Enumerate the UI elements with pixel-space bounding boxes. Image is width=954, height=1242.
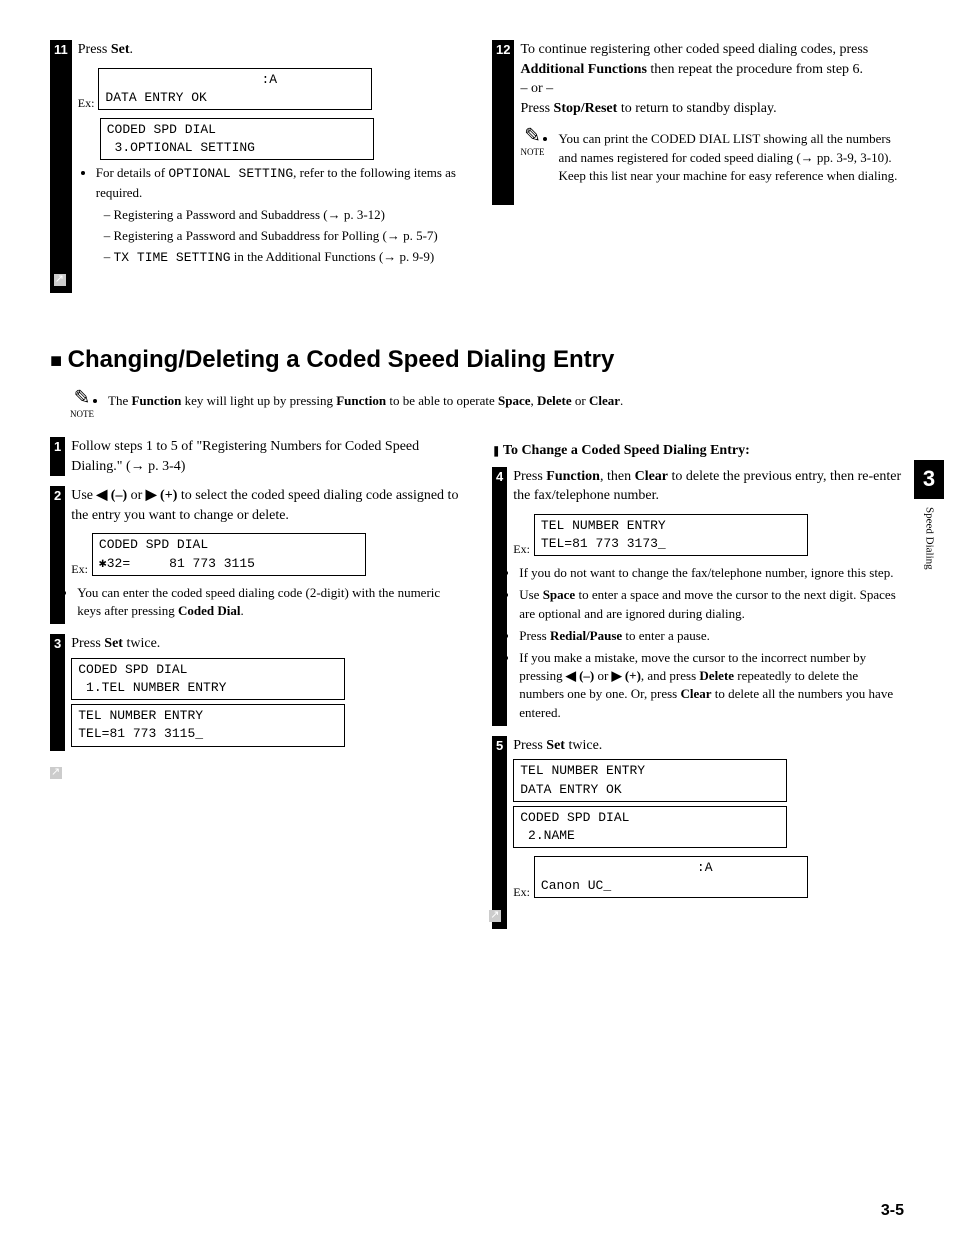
pencil-note-icon: ✎ (70, 388, 94, 408)
step-number: 5 (492, 736, 507, 929)
note-icon-wrap: ✎ NOTE (70, 388, 94, 421)
bullet-item: If you do not want to change the fax/tel… (519, 564, 904, 582)
step-3: 3 Press Set twice. CODED SPD DIAL 1.TEL … (50, 634, 462, 750)
continue-icon (489, 910, 501, 922)
step-5: 5 Press Set twice. TEL NUMBER ENTRY DATA… (492, 736, 904, 929)
step-text: To continue registering other coded spee… (520, 40, 904, 79)
step-text: Follow steps 1 to 5 of "Registering Numb… (71, 437, 462, 476)
note-block: ✎ NOTE You can print the CODED DIAL LIST… (520, 126, 904, 189)
example-label: Ex: (71, 561, 88, 580)
note-label: NOTE (70, 408, 94, 421)
step-text: Press Set. (78, 42, 133, 57)
step-4: 4 Press Function, then Clear to delete t… (492, 467, 904, 726)
example-label: Ex: (513, 541, 530, 560)
lcd-example: Ex: :A Canon UC_ (513, 852, 904, 902)
lcd-display: TEL NUMBER ENTRY TEL=81 773 3173_ (534, 514, 808, 556)
bullet-item: For details of OPTIONAL SETTING, refer t… (96, 164, 462, 201)
lcd-display: CODED SPD DIAL 2.NAME (513, 806, 787, 848)
lcd-display: CODED SPD DIAL 1.TEL NUMBER ENTRY (71, 658, 345, 700)
sub-heading: To Change a Coded Speed Dialing Entry: (492, 441, 904, 461)
note-list: The Function key will light up by pressi… (108, 392, 623, 414)
note-icon-wrap: ✎ NOTE (520, 126, 544, 159)
bullet-item: If you make a mistake, move the cursor t… (519, 649, 904, 722)
example-label: Ex: (513, 884, 530, 903)
step-1: 1 Follow steps 1 to 5 of "Registering Nu… (50, 437, 462, 476)
step-12: 12 To continue registering other coded s… (492, 40, 904, 205)
lcd-example: Ex: CODED SPD DIAL ✱32= 81 773 3115 (71, 529, 462, 579)
lcd-example: Ex: :A DATA ENTRY OK (78, 64, 462, 114)
dash-list: – Registering a Password and Subaddress … (104, 206, 462, 268)
dash-item: – Registering a Password and Subaddress … (104, 227, 462, 245)
step-text: Press Set twice. (71, 634, 462, 654)
step-text: Press Function, then Clear to delete the… (513, 467, 904, 506)
step-2: 2 Use ◀ (–) or ▶ (+) to select the coded… (50, 486, 462, 624)
or-separator: – or – (520, 79, 904, 99)
note-label: NOTE (520, 146, 544, 159)
step-text: Press Set twice. (513, 736, 904, 756)
bullet-list: You can enter the coded speed dialing co… (77, 584, 462, 620)
chapter-tab: 3 Speed Dialing (914, 460, 944, 569)
step-number: 11 (50, 40, 72, 293)
step-number: 3 (50, 634, 65, 750)
page-number: 3-5 (881, 1200, 904, 1222)
step-text: Press Stop/Reset to return to standby di… (520, 99, 904, 119)
lcd-display: :A DATA ENTRY OK (98, 68, 372, 110)
chapter-number: 3 (914, 460, 944, 499)
step-number: 1 (50, 437, 65, 476)
section-heading: Changing/Deleting a Coded Speed Dialing … (50, 343, 904, 377)
bullet-item: Use Space to enter a space and move the … (519, 586, 904, 622)
bullet-list: For details of OPTIONAL SETTING, refer t… (96, 164, 462, 201)
step-text: Use ◀ (–) or ▶ (+) to select the coded s… (71, 486, 462, 525)
step-11: 11 Press Set. Ex: :A DATA ENTRY OK CODED… (50, 40, 462, 293)
continue-icon (54, 274, 66, 286)
lcd-example: Ex: TEL NUMBER ENTRY TEL=81 773 3173_ (513, 510, 904, 560)
note-item: You can print the CODED DIAL LIST showin… (558, 130, 904, 185)
step-number: 2 (50, 486, 65, 624)
bullet-item: Press Redial/Pause to enter a pause. (519, 627, 904, 645)
lcd-display: TEL NUMBER ENTRY DATA ENTRY OK (513, 759, 787, 801)
bullet-list: If you do not want to change the fax/tel… (519, 564, 904, 722)
chapter-title: Speed Dialing (921, 499, 936, 570)
lcd-display: CODED SPD DIAL ✱32= 81 773 3115 (92, 533, 366, 575)
bullet-item: You can enter the coded speed dialing co… (77, 584, 462, 620)
continue-icon (50, 767, 62, 779)
lcd-display: TEL NUMBER ENTRY TEL=81 773 3115_ (71, 704, 345, 746)
lcd-display: :A Canon UC_ (534, 856, 808, 898)
note-item: The Function key will light up by pressi… (108, 392, 623, 410)
note-list: You can print the CODED DIAL LIST showin… (558, 130, 904, 189)
lcd-display: CODED SPD DIAL 3.OPTIONAL SETTING (100, 118, 374, 160)
step-number: 12 (492, 40, 514, 205)
pencil-note-icon: ✎ (520, 126, 544, 146)
dash-item: – Registering a Password and Subaddress … (104, 206, 462, 224)
example-label: Ex: (78, 95, 95, 114)
dash-item: – TX TIME SETTING in the Additional Func… (104, 248, 462, 267)
note-block: ✎ NOTE The Function key will light up by… (70, 388, 904, 421)
